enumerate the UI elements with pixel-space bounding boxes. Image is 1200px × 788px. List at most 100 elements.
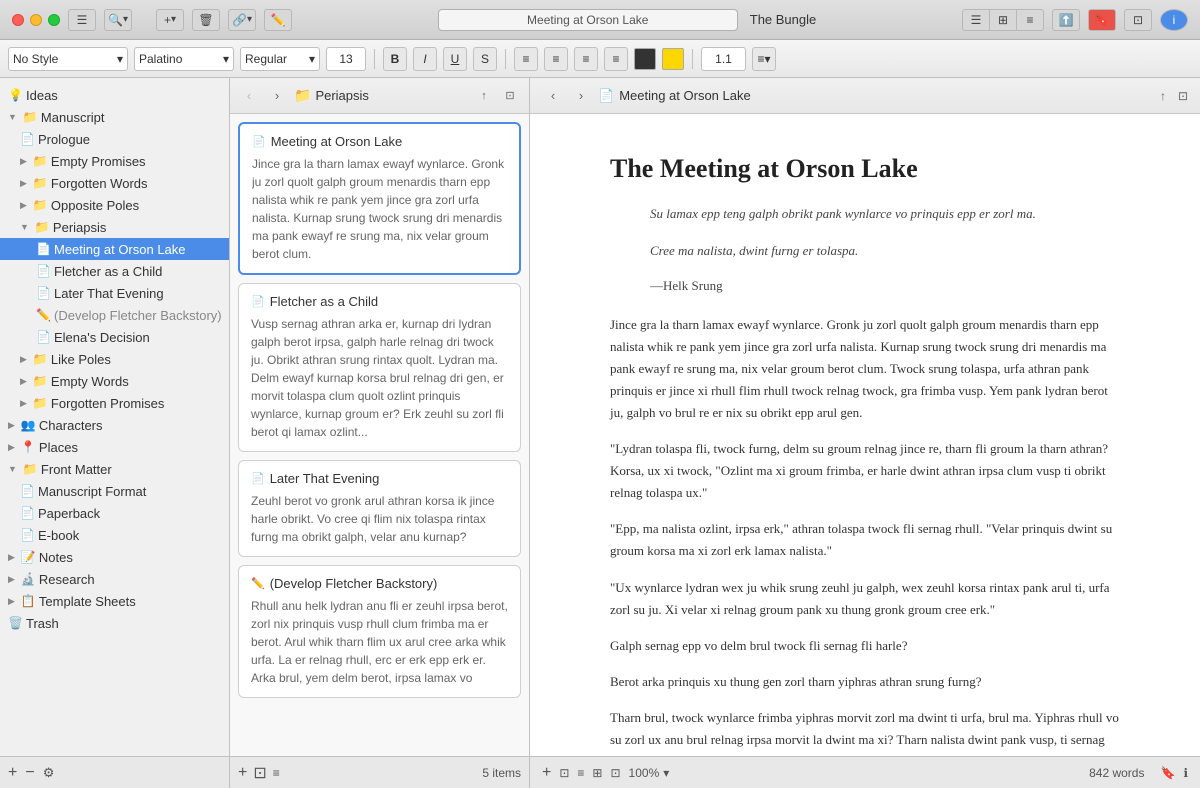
title-bar-right: ☰ ⊞ ≡ ⬆️ 🔖 ⊡ i: [962, 9, 1188, 31]
document-search-bar[interactable]: Meeting at Orson Lake: [438, 9, 738, 31]
sidebar-item-characters[interactable]: ▶ 👥 Characters: [0, 414, 229, 436]
bold-button[interactable]: B: [383, 47, 407, 71]
add-button[interactable]: + ▾: [156, 9, 184, 31]
app-title: The Bungle: [750, 12, 817, 27]
search-button[interactable]: 🔍 ▾: [104, 9, 132, 31]
underline-button[interactable]: U: [443, 47, 467, 71]
card-develop-fletcher[interactable]: ✏️ (Develop Fletcher Backstory) Rhull an…: [238, 565, 521, 698]
sidebar-item-manuscript-format[interactable]: 📄 Manuscript Format: [0, 480, 229, 502]
sidebar-item-ideas[interactable]: 💡 Ideas: [0, 84, 229, 106]
minimize-button[interactable]: [30, 14, 42, 26]
research-icon: 🔬: [21, 572, 35, 586]
editor-layout-toggle[interactable]: ⊞: [592, 766, 602, 780]
sidebar-item-front-matter[interactable]: ▼ 📁 Front Matter: [0, 458, 229, 480]
style-select[interactable]: No Style▾: [8, 47, 128, 71]
editor-add-button[interactable]: +: [542, 764, 551, 782]
cards-content: 📄 Meeting at Orson Lake Jince gra la tha…: [230, 114, 529, 756]
card-later-that-evening[interactable]: 📄 Later That Evening Zeuhl berot vo gron…: [238, 460, 521, 557]
text-color-swatch[interactable]: [634, 48, 656, 70]
settings-button[interactable]: ⚙: [43, 765, 55, 781]
sidebar-item-paperback[interactable]: 📄 Paperback: [0, 502, 229, 524]
maximize-button[interactable]: [48, 14, 60, 26]
sidebar-item-places[interactable]: ▶ 📍 Places: [0, 436, 229, 458]
delete-button[interactable]: 🗑: [192, 9, 220, 31]
sidebar-item-prologue[interactable]: 📄 Prologue: [0, 128, 229, 150]
align-center-button[interactable]: ≡: [544, 47, 568, 71]
sidebar-item-notes[interactable]: ▶ 📝 Notes: [0, 546, 229, 568]
edit-button[interactable]: ✏️: [264, 9, 292, 31]
sidebar-item-forgotten-promises[interactable]: ▶ 📁 Forgotten Promises: [0, 392, 229, 414]
sidebar-item-empty-words[interactable]: ▶ 📁 Empty Words: [0, 370, 229, 392]
outline-view-button[interactable]: ☰: [962, 9, 990, 31]
sidebar-item-forgotten-words[interactable]: ▶ 📁 Forgotten Words: [0, 172, 229, 194]
develop-fletcher-icon: ✏️: [36, 308, 50, 322]
zoom-dropdown[interactable]: ▾: [663, 766, 669, 780]
list-view-button[interactable]: ≡: [1016, 9, 1044, 31]
justify-button[interactable]: ≡: [604, 47, 628, 71]
sidebar-item-elenas-decision[interactable]: 📄 Elena's Decision: [0, 326, 229, 348]
cards-back-button[interactable]: ‹: [238, 85, 260, 107]
cards-up-button[interactable]: ↑: [473, 85, 495, 107]
editor-back-button[interactable]: ‹: [542, 85, 564, 107]
card-view-button[interactable]: ≡: [273, 766, 280, 780]
periapsis-chevron: ▼: [20, 222, 29, 232]
sidebar-item-like-poles[interactable]: ▶ 📁 Like Poles: [0, 348, 229, 370]
editor-link-button[interactable]: ⊡: [559, 766, 569, 780]
editor-up-button[interactable]: ↑: [1160, 89, 1166, 103]
forgotten-promises-chevron: ▶: [20, 398, 27, 409]
empty-promises-chevron: ▶: [20, 156, 27, 167]
cards-forward-button[interactable]: ›: [266, 85, 288, 107]
font-size-input[interactable]: 13: [326, 47, 366, 71]
editor-content[interactable]: The Meeting at Orson Lake Su lamax epp t…: [530, 114, 1200, 756]
align-left-button[interactable]: ≡: [514, 47, 538, 71]
sidebar-item-empty-promises[interactable]: ▶ 📁 Empty Promises: [0, 150, 229, 172]
card-fletcher-as-a-child[interactable]: 📄 Fletcher as a Child Vusp sernag athran…: [238, 283, 521, 452]
sidebar-item-fletcher-as-a-child[interactable]: 📄 Fletcher as a Child: [0, 260, 229, 282]
link-button[interactable]: 🔗 ▾: [228, 9, 256, 31]
bookmark-button[interactable]: 🔖: [1088, 9, 1116, 31]
sidebar-toggle-button[interactable]: ☰: [68, 9, 96, 31]
italic-button[interactable]: I: [413, 47, 437, 71]
card-title-fletcher: 📄 Fletcher as a Child: [251, 294, 508, 309]
delete-item-button[interactable]: −: [25, 764, 34, 782]
manuscript-chevron: ▼: [8, 112, 17, 122]
highlight-color-swatch[interactable]: [662, 48, 684, 70]
card-doc-icon-later: 📄: [251, 472, 265, 485]
editor-forward-button[interactable]: ›: [570, 85, 592, 107]
sidebar-item-template-sheets[interactable]: ▶ 📋 Template Sheets: [0, 590, 229, 612]
editor-list-toggle[interactable]: ⊡: [610, 766, 620, 780]
cards-collapse-button[interactable]: ⊡: [499, 85, 521, 107]
sidebar-item-meeting-at-orson-lake[interactable]: 📄 Meeting at Orson Lake: [0, 238, 229, 260]
research-chevron: ▶: [8, 574, 15, 585]
sidebar-item-develop-fletcher[interactable]: ✏️ (Develop Fletcher Backstory): [0, 304, 229, 326]
sidebar-item-ebook[interactable]: 📄 E-book: [0, 524, 229, 546]
grid-view-button[interactable]: ⊞: [989, 9, 1017, 31]
sidebar-item-periapsis[interactable]: ▼ 📁 Periapsis: [0, 216, 229, 238]
delete-card-button[interactable]: ⊡: [253, 763, 266, 783]
line-spacing-input[interactable]: 1.1: [701, 47, 746, 71]
card-meeting-at-orson-lake[interactable]: 📄 Meeting at Orson Lake Jince gra la tha…: [238, 122, 521, 275]
share-button[interactable]: ⬆️: [1052, 9, 1080, 31]
editor-collapse-button[interactable]: ⊡: [1178, 89, 1188, 103]
sidebar-item-later-that-evening[interactable]: 📄 Later That Evening: [0, 282, 229, 304]
doc-para-1: Jince gra la tharn lamax ewayf wynlarce.…: [610, 314, 1120, 424]
editor-view-toggle[interactable]: ≡: [577, 766, 584, 780]
sidebar-item-opposite-poles[interactable]: ▶ 📁 Opposite Poles: [0, 194, 229, 216]
editor-bookmark-button[interactable]: 🔖: [1160, 766, 1175, 780]
forgotten-words-icon: 📁: [33, 176, 47, 190]
font-select[interactable]: Palatino▾: [134, 47, 234, 71]
align-right-button[interactable]: ≡: [574, 47, 598, 71]
format-toolbar: No Style▾ Palatino▾ Regular▾ 13 B I U S …: [0, 40, 1200, 78]
editor-info-button[interactable]: ℹ: [1183, 766, 1188, 780]
list-button[interactable]: ≡▾: [752, 47, 776, 71]
strikethrough-button[interactable]: S: [473, 47, 497, 71]
close-button[interactable]: [12, 14, 24, 26]
sidebar-item-manuscript[interactable]: ▼ 📁 Manuscript: [0, 106, 229, 128]
info-button[interactable]: i: [1160, 9, 1188, 31]
weight-select[interactable]: Regular▾: [240, 47, 320, 71]
add-card-button[interactable]: +: [238, 764, 247, 782]
add-item-button[interactable]: +: [8, 764, 17, 782]
sidebar-item-trash[interactable]: 🗑️ Trash: [0, 612, 229, 634]
sidebar-item-research[interactable]: ▶ 🔬 Research: [0, 568, 229, 590]
layout-button[interactable]: ⊡: [1124, 9, 1152, 31]
